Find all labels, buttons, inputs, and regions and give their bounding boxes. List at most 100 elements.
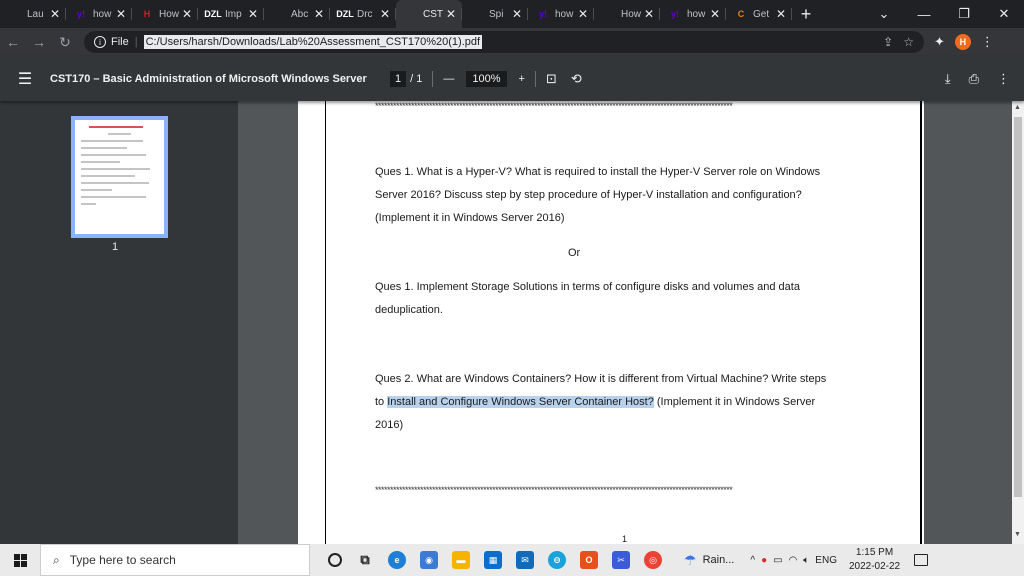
close-window-icon[interactable]: ✕ [984, 6, 1024, 22]
restore-icon[interactable]: ❐ [944, 6, 984, 22]
close-tab-icon[interactable]: ✕ [578, 7, 588, 21]
more-options-icon[interactable]: ⋮ [997, 71, 1010, 87]
close-tab-icon[interactable]: ✕ [50, 7, 60, 21]
back-icon[interactable]: ← [0, 34, 26, 50]
address-bar[interactable]: i File | C:/Users/harsh/Downloads/Lab%20… [84, 31, 924, 53]
zoom-in-icon[interactable]: + [519, 73, 525, 85]
close-tab-icon[interactable]: ✕ [512, 7, 522, 21]
globe-icon [404, 7, 418, 21]
browser-tab[interactable]: C Get ✕ [726, 0, 792, 28]
scroll-up-icon[interactable]: ▲ [1014, 104, 1021, 111]
file-explorer-icon[interactable]: ▬ [452, 551, 470, 569]
scrollbar-thumb[interactable] [1014, 117, 1022, 497]
browser-tab[interactable]: CST ✕ [396, 0, 462, 28]
fit-page-icon[interactable]: ⊡ [546, 71, 557, 87]
browser-tab[interactable]: DZL Drc ✕ [330, 0, 396, 28]
taskbar-search[interactable]: ⌕ Type here to search [40, 544, 310, 576]
browser-tab[interactable]: Lau ✕ [0, 0, 66, 28]
tab-title: Spi [489, 8, 504, 20]
browser-tab[interactable]: y! how ✕ [528, 0, 594, 28]
highlighted-text[interactable]: Install and Configure Windows Server Con… [387, 396, 654, 408]
browser-tab[interactable]: How ✕ [594, 0, 660, 28]
task-view-icon[interactable]: ⧉ [356, 551, 374, 569]
antivirus-icon[interactable]: ● [761, 555, 767, 566]
print-icon[interactable]: ⎙ [969, 71, 979, 87]
page-total: / 1 [410, 72, 423, 85]
notifications-icon[interactable] [914, 554, 929, 566]
chrome-menu-icon[interactable]: ⋮ [981, 34, 994, 50]
close-tab-icon[interactable]: ✕ [710, 7, 720, 21]
close-tab-icon[interactable]: ✕ [116, 7, 126, 21]
store-icon[interactable]: ▦ [484, 551, 502, 569]
browser-app-icon[interactable]: ⊖ [548, 551, 566, 569]
info-icon[interactable]: i [94, 36, 106, 48]
close-tab-icon[interactable]: ✕ [314, 7, 324, 21]
close-tab-icon[interactable]: ✕ [182, 7, 192, 21]
scheme-label: File [111, 36, 129, 48]
page-number-input[interactable]: 1 [390, 70, 407, 87]
forward-icon[interactable]: → [26, 34, 52, 50]
extensions-puzzle-icon[interactable]: ✦ [934, 34, 945, 50]
clock[interactable]: 1:15 PM 2022-02-22 [849, 546, 900, 574]
new-tab-button[interactable]: + [792, 4, 820, 25]
browser-tab[interactable]: Abc ✕ [264, 0, 330, 28]
close-tab-icon[interactable]: ✕ [248, 7, 258, 21]
rotate-icon[interactable]: ⟲ [571, 71, 582, 87]
tab-title: CST [423, 8, 443, 20]
close-tab-icon[interactable]: ✕ [644, 7, 654, 21]
start-button[interactable] [0, 553, 40, 567]
download-icon[interactable]: ⤓ [945, 71, 951, 87]
clock-date: 2022-02-22 [848, 561, 901, 572]
volume-icon[interactable]: 🔈︎ [803, 555, 809, 566]
pdf-viewer: ****************************************… [238, 101, 1012, 544]
browser-tab[interactable]: y! how ✕ [660, 0, 726, 28]
camera-app-icon[interactable]: ◉ [420, 551, 438, 569]
browser-tab[interactable]: Spi ✕ [462, 0, 528, 28]
browser-tab[interactable]: y! how ✕ [66, 0, 132, 28]
wifi-icon[interactable]: ◠ [789, 555, 798, 566]
battery-icon[interactable]: ▭ [773, 555, 782, 566]
url-text[interactable]: C:/Users/harsh/Downloads/Lab%20Assessmen… [143, 35, 483, 49]
language-indicator[interactable]: ENG [815, 555, 837, 566]
window-controls: ⌄ — ❐ ✕ [864, 0, 1024, 28]
mail-icon[interactable]: ✉ [516, 551, 534, 569]
thumbnail-page-number: 1 [112, 241, 119, 253]
snipping-tool-icon[interactable]: ✂ [612, 551, 630, 569]
tab-title: Imp [225, 8, 242, 20]
profile-avatar[interactable]: H [954, 34, 971, 50]
office-icon[interactable]: O [580, 551, 598, 569]
zoom-controls: — 100% + [443, 70, 525, 87]
browser-tab[interactable]: DZL Imp ✕ [198, 0, 264, 28]
tab-title: How [159, 8, 180, 20]
yahoo-icon: y! [76, 9, 85, 19]
chevron-up-icon[interactable]: ^ [750, 555, 755, 566]
close-tab-icon[interactable]: ✕ [380, 7, 390, 21]
question-1-line-3: (Implement it in Windows Server 2016) [375, 212, 565, 224]
zoom-out-icon[interactable]: — [443, 73, 454, 85]
tab-search-icon[interactable]: ⌄ [864, 6, 904, 22]
edge-icon[interactable]: e [388, 551, 406, 569]
weather-widget[interactable]: ☂ Rain... [684, 552, 734, 569]
tab-title: Get [753, 8, 770, 20]
zoom-input[interactable]: 100% [466, 70, 507, 87]
star-divider-bottom: ****************************************… [375, 485, 733, 495]
close-tab-icon[interactable]: ✕ [446, 7, 456, 21]
share-icon[interactable]: ⇪ [883, 35, 893, 49]
question-1-line-1: Ques 1. What is a Hyper-V? What is requi… [375, 166, 821, 178]
scroll-down-icon[interactable]: ▼ [1014, 531, 1021, 538]
pdf-toolbar: ☰ CST170 – Basic Administration of Micro… [0, 56, 1024, 101]
reload-icon[interactable]: ↻ [52, 34, 78, 51]
bookmark-star-icon[interactable]: ☆ [903, 35, 914, 49]
sidebar-menu-icon[interactable]: ☰ [0, 69, 50, 89]
tab-title: how [555, 8, 574, 20]
vertical-scrollbar[interactable]: ▲ ▼ [1012, 101, 1024, 544]
chrome-taskbar-icon[interactable]: ◎ [644, 551, 662, 569]
page-thumbnail[interactable] [71, 116, 168, 238]
minimize-icon[interactable]: — [904, 7, 944, 22]
cortana-icon[interactable] [328, 553, 342, 567]
browser-tab[interactable]: H How ✕ [132, 0, 198, 28]
microsoft-icon [272, 7, 286, 21]
star-divider-top: ****************************************… [375, 101, 733, 111]
close-tab-icon[interactable]: ✕ [776, 7, 786, 21]
document-title: CST170 – Basic Administration of Microso… [50, 72, 367, 85]
